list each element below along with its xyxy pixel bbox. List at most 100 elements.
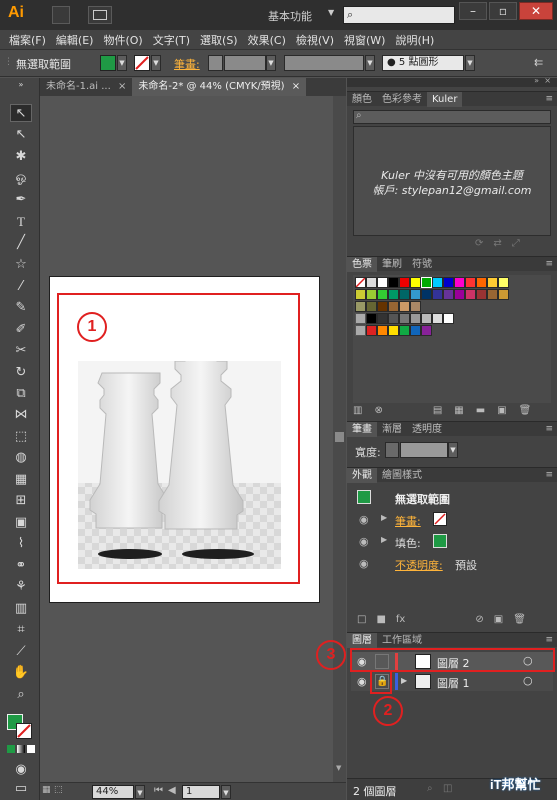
swatch[interactable] bbox=[410, 289, 421, 300]
swatch[interactable] bbox=[498, 289, 509, 300]
tab-appearance[interactable]: 外觀 bbox=[347, 467, 377, 483]
swatch-registration[interactable] bbox=[366, 277, 377, 288]
new-fill-icon[interactable]: ■ bbox=[376, 614, 385, 625]
stroke-weight-input[interactable] bbox=[224, 55, 266, 71]
locate-object-icon[interactable]: ⌕ bbox=[427, 783, 433, 794]
swatch[interactable] bbox=[377, 289, 388, 300]
lasso-tool-icon[interactable]: ஓ bbox=[10, 169, 32, 187]
color-group-icon[interactable]: ▦ bbox=[454, 405, 463, 416]
shape-builder-tool-icon[interactable]: ◍ bbox=[10, 449, 32, 467]
expand-triangle-icon[interactable]: ▶ bbox=[381, 535, 387, 544]
line-tool-icon[interactable]: ╱ bbox=[10, 234, 32, 252]
swatch[interactable] bbox=[377, 277, 388, 288]
zoom-dropdown[interactable]: ▼ bbox=[135, 785, 145, 799]
visibility-eye-icon[interactable]: ◉ bbox=[357, 675, 367, 688]
panel-menu-icon[interactable]: ≡ bbox=[545, 470, 553, 480]
tab-transparency[interactable]: 透明度 bbox=[407, 422, 447, 437]
swatch[interactable] bbox=[410, 313, 421, 324]
bridge-button[interactable] bbox=[52, 6, 70, 24]
tab-artboards[interactable]: 工作區域 bbox=[377, 633, 427, 648]
search-input[interactable]: ⌕ bbox=[343, 6, 455, 24]
tab-layers[interactable]: 圖層 bbox=[347, 632, 377, 648]
appearance-stroke-row[interactable]: ◉ ▶ 筆畫: bbox=[353, 510, 551, 530]
panel-menu-icon[interactable]: ≡ bbox=[545, 94, 553, 104]
slice-tool-icon[interactable]: ⟋ bbox=[10, 643, 32, 661]
maximize-button[interactable]: ▫ bbox=[489, 2, 517, 20]
swatch[interactable] bbox=[399, 313, 410, 324]
folder-icon[interactable] bbox=[355, 325, 366, 336]
pencil-tool-icon[interactable]: ✎ bbox=[10, 299, 32, 317]
prev-page-icon[interactable]: ◀ bbox=[168, 785, 176, 796]
swatch[interactable] bbox=[432, 277, 443, 288]
workspace-switcher[interactable]: 基本功能 bbox=[268, 8, 312, 24]
swatch-none[interactable] bbox=[355, 277, 366, 288]
blend-tool-icon[interactable]: ⚭ bbox=[10, 557, 32, 575]
target-circle-icon[interactable]: ○ bbox=[523, 674, 533, 687]
swatch[interactable] bbox=[487, 277, 498, 288]
drawing-mode-icon[interactable]: ◉ bbox=[10, 761, 32, 779]
swatch[interactable] bbox=[399, 301, 410, 312]
swatch-library-icon[interactable]: ▥ bbox=[353, 405, 362, 416]
blob-brush-tool-icon[interactable]: ✐ bbox=[10, 321, 32, 339]
expand-icon[interactable]: ⤢ bbox=[512, 238, 520, 249]
swatch-options-icon[interactable]: ▤ bbox=[433, 405, 442, 416]
close-icon[interactable]: × bbox=[118, 81, 126, 92]
magic-wand-tool-icon[interactable]: ✱ bbox=[10, 148, 32, 166]
vertical-scrollbar[interactable]: ▼ bbox=[333, 96, 346, 782]
swatch[interactable] bbox=[355, 301, 366, 312]
stroke-width-stepper[interactable] bbox=[385, 442, 399, 458]
tab-stroke[interactable]: 筆畫 bbox=[347, 421, 377, 437]
page-dropdown[interactable]: ▼ bbox=[221, 785, 231, 799]
swatch[interactable] bbox=[465, 277, 476, 288]
symbol-sprayer-tool-icon[interactable]: ⚘ bbox=[10, 578, 32, 596]
appearance-fill-swatch[interactable] bbox=[433, 534, 447, 548]
swatch[interactable] bbox=[443, 289, 454, 300]
visibility-eye-icon[interactable]: ◉ bbox=[359, 513, 369, 526]
eyedropper-tool-icon[interactable]: ⌇ bbox=[10, 535, 32, 553]
tab-document-2[interactable]: 未命名-2* @ 44% (CMYK/預視) × bbox=[132, 78, 307, 96]
stroke-swatch[interactable] bbox=[134, 55, 150, 71]
zoom-field[interactable]: 44% bbox=[92, 785, 134, 799]
tab-gradient[interactable]: 漸層 bbox=[377, 422, 407, 437]
mesh-tool-icon[interactable]: ⊞ bbox=[10, 492, 32, 510]
panel-menu-icon[interactable]: ≡ bbox=[545, 424, 553, 434]
new-stroke-icon[interactable]: □ bbox=[357, 614, 366, 625]
appearance-fill-row[interactable]: ◉ ▶ 填色: bbox=[353, 532, 551, 552]
artboard-tool-icon[interactable]: ⌗ bbox=[10, 621, 32, 639]
kuler-search-input[interactable]: ⌕ bbox=[353, 110, 551, 124]
variable-width-profile[interactable] bbox=[284, 55, 364, 71]
star-tool-icon[interactable]: ☆ bbox=[10, 256, 32, 274]
minimize-button[interactable]: – bbox=[459, 2, 487, 20]
new-swatch-icon[interactable]: ▣ bbox=[497, 405, 506, 416]
swatch[interactable] bbox=[421, 289, 432, 300]
folder-icon[interactable] bbox=[355, 313, 366, 324]
clipping-mask-icon[interactable]: ◫ bbox=[443, 783, 452, 794]
direct-selection-tool-icon[interactable]: ↖ bbox=[10, 126, 32, 144]
profile-dropdown[interactable]: ▼ bbox=[365, 55, 375, 71]
fill-dropdown[interactable]: ▼ bbox=[117, 55, 127, 71]
perspective-grid-tool-icon[interactable]: ▦ bbox=[10, 471, 32, 489]
visibility-eye-icon[interactable]: ◉ bbox=[359, 557, 369, 570]
swatch[interactable] bbox=[399, 277, 410, 288]
toolbar-collapse-icon[interactable]: » bbox=[10, 81, 32, 89]
refresh-icon[interactable]: ⟳ bbox=[475, 238, 483, 249]
scale-tool-icon[interactable]: ⧉ bbox=[10, 385, 32, 403]
zoom-tool-icon[interactable]: ⌕ bbox=[10, 686, 32, 704]
panel-menu-icon[interactable]: ≡ bbox=[545, 635, 553, 645]
tab-brushes[interactable]: 筆刷 bbox=[377, 257, 407, 272]
swatch[interactable] bbox=[399, 325, 410, 336]
color-mode-button[interactable] bbox=[7, 745, 15, 753]
close-icon[interactable]: × bbox=[544, 76, 551, 85]
swatch[interactable] bbox=[388, 289, 399, 300]
fx-icon[interactable]: fx bbox=[396, 614, 405, 625]
swatch[interactable] bbox=[388, 277, 399, 288]
selection-tool-icon[interactable]: ↖ bbox=[10, 104, 32, 122]
swatch[interactable] bbox=[388, 301, 399, 312]
scroll-thumb[interactable] bbox=[335, 432, 344, 442]
menu-select[interactable]: 選取(S) bbox=[200, 32, 238, 48]
column-graph-tool-icon[interactable]: ▥ bbox=[10, 600, 32, 618]
menu-effect[interactable]: 效果(C) bbox=[248, 32, 286, 48]
tab-document-1[interactable]: 未命名-1.ai ... × bbox=[40, 78, 132, 96]
appearance-stroke-label[interactable]: 筆畫: bbox=[395, 513, 421, 529]
free-transform-tool-icon[interactable]: ⬚ bbox=[10, 428, 32, 446]
